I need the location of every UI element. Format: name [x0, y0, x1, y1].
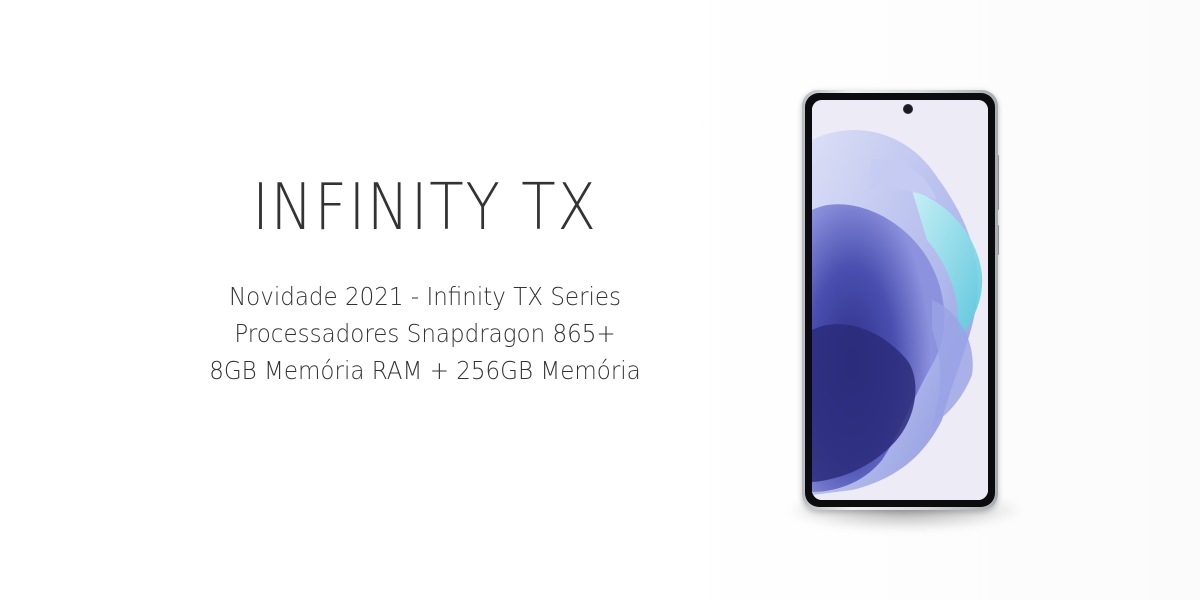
feature-line-release: Novidade 2021 - Infinity TX Series — [228, 282, 622, 311]
promo-text-block: INFINITY TX Novidade 2021 - Infinity TX … — [150, 160, 700, 389]
promo-banner: INFINITY TX Novidade 2021 - Infinity TX … — [0, 0, 1200, 600]
feature-lines: Novidade 2021 - Infinity TX Series Proce… — [150, 278, 700, 389]
feature-line-memory: 8GB Memória RAM + 256GB Memória — [209, 356, 641, 385]
smartphone-image — [802, 90, 998, 510]
feature-line-processor: Processadores Snapdragon 865+ — [234, 319, 616, 348]
front-camera-icon — [904, 105, 912, 113]
product-title: INFINITY TX — [252, 171, 598, 245]
phone-bezel — [805, 93, 995, 507]
wallpaper-art — [812, 100, 988, 500]
phone-screen — [812, 100, 988, 500]
